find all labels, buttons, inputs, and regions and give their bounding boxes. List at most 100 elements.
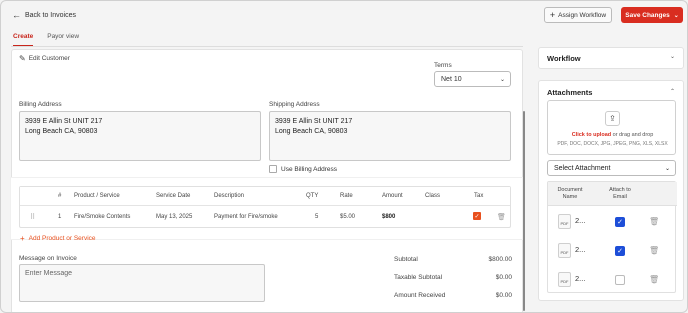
amount-received-value: $0.00: [495, 292, 512, 299]
row-description[interactable]: Payment for Fire/smoke: [214, 214, 278, 220]
trash-icon[interactable]: 🗑: [649, 275, 659, 284]
col-product: Product / Service: [74, 193, 120, 199]
use-billing-label: Use Billing Address: [281, 165, 337, 173]
col-amount: Amount: [382, 193, 403, 199]
attach-email-checkbox[interactable]: ✓: [615, 217, 625, 227]
pdf-file-icon: PDF: [558, 272, 571, 287]
select-attachment-dropdown[interactable]: Select Attachment ⌄: [547, 160, 676, 176]
chevron-down-icon: ⌄: [664, 165, 670, 172]
use-billing-checkbox[interactable]: [269, 165, 277, 173]
chevron-down-icon[interactable]: ⌄: [674, 12, 679, 19]
chevron-up-icon[interactable]: ⌃: [670, 88, 675, 95]
table-row[interactable]: ⠿ 1 Fire/Smoke Contents May 13, 2025 Pay…: [20, 206, 510, 227]
assign-workflow-label: Assign Workflow: [558, 11, 607, 19]
attachment-row: PDF 2... 🗑: [548, 264, 677, 293]
col-attach-to-email: Attach to Email: [609, 187, 631, 200]
billing-line-1: 3939 E Allin St UNIT 217: [25, 118, 103, 125]
line-items-header: # Product / Service Service Date Descrip…: [20, 187, 510, 206]
subtotal-row: Subtotal $800.00: [394, 256, 512, 263]
row-product[interactable]: Fire/Smoke Contents: [74, 214, 130, 220]
attachment-row: PDF 2... ✓ 🗑: [548, 235, 677, 264]
terms-select[interactable]: Net 10 ⌄: [434, 71, 511, 87]
tab-divider: [11, 46, 523, 47]
taxable-subtotal-row: Taxable Subtotal $0.00: [394, 274, 512, 281]
amount-received-row: Amount Received $0.00: [394, 292, 512, 299]
plus-icon: +: [549, 10, 556, 20]
use-billing-address-option[interactable]: Use Billing Address: [269, 165, 337, 173]
pdf-file-icon: PDF: [558, 214, 571, 229]
upload-formats: PDF, DOC, DOCX, JPG, JPEG, PNG, XLS, XLS…: [557, 141, 668, 147]
col-number: #: [58, 193, 62, 199]
save-changes-button[interactable]: Save Changes ⌄: [621, 7, 683, 23]
document-name[interactable]: 2...: [575, 274, 585, 283]
message-input[interactable]: Enter Message: [19, 264, 265, 302]
terms-value: Net 10: [441, 75, 462, 83]
trash-icon[interactable]: 🗑: [497, 213, 506, 221]
col-service-date: Service Date: [156, 193, 191, 199]
save-changes-label: Save Changes: [625, 11, 670, 19]
row-service-date[interactable]: May 13, 2025: [156, 214, 192, 220]
back-label: Back to Invoices: [25, 11, 76, 19]
workflow-title: Workflow: [547, 54, 581, 63]
col-document-name: Document Name: [557, 187, 583, 200]
assign-workflow-button[interactable]: + Assign Workflow: [544, 7, 612, 23]
cloud-upload-icon: ⇪: [605, 111, 620, 126]
subtotal-label: Subtotal: [394, 256, 418, 263]
row-amount: $800: [382, 213, 396, 220]
tab-bar: Create Payor view: [13, 33, 79, 47]
attachment-row: PDF 2... ✓ 🗑: [548, 206, 677, 235]
plus-icon: +: [20, 234, 25, 243]
arrow-left-icon: ←: [12, 10, 21, 20]
attach-email-checkbox[interactable]: ✓: [615, 246, 625, 256]
shipping-address-label: Shipping Address: [269, 101, 320, 108]
col-class: Class: [425, 193, 441, 199]
line-items-table: # Product / Service Service Date Descrip…: [19, 186, 511, 228]
chevron-down-icon[interactable]: ⌄: [670, 53, 675, 60]
back-to-invoices-link[interactable]: ← Back to Invoices: [12, 10, 76, 20]
col-qty: QTY: [306, 193, 319, 199]
pdf-file-icon: PDF: [558, 243, 571, 258]
add-product-label: Add Product or Service: [28, 235, 96, 242]
shipping-address-field[interactable]: 3939 E Allin St UNIT 217 Long Beach CA, …: [269, 111, 511, 161]
tab-create[interactable]: Create: [13, 33, 34, 47]
col-rate: Rate: [340, 193, 353, 199]
taxable-subtotal-value: $0.00: [495, 274, 512, 281]
terms-label: Terms: [434, 62, 452, 69]
chevron-down-icon: ⌄: [499, 76, 505, 83]
upload-instructions: Click to upload or drag and drop: [548, 132, 677, 138]
col-tax: Tax: [474, 193, 484, 199]
shipping-line-1: 3939 E Allin St UNIT 217: [275, 118, 353, 125]
click-to-upload-link[interactable]: Click to upload: [572, 132, 611, 138]
amount-received-label: Amount Received: [394, 292, 446, 299]
message-label: Message on Invoice: [19, 255, 77, 262]
pencil-icon: ✎: [19, 54, 26, 63]
select-attachment-label: Select Attachment: [554, 164, 611, 172]
row-number: 1: [58, 213, 62, 220]
edit-customer-label: Edit Customer: [28, 55, 70, 62]
attachments-title: Attachments: [547, 88, 593, 97]
billing-address-label: Billing Address: [19, 101, 62, 108]
trash-icon[interactable]: 🗑: [649, 217, 659, 226]
upload-dropzone[interactable]: ⇪ Click to upload or drag and drop PDF, …: [547, 100, 676, 155]
attach-email-checkbox[interactable]: [615, 275, 625, 285]
row-qty[interactable]: 5: [315, 214, 318, 220]
tax-checkbox[interactable]: ✓: [473, 212, 481, 220]
add-product-button[interactable]: + Add Product or Service: [20, 234, 96, 243]
edit-customer-link[interactable]: ✎ Edit Customer: [19, 54, 70, 63]
tab-payor-view[interactable]: Payor view: [47, 33, 79, 47]
attachments-table: Document Name Attach to Email PDF 2... ✓…: [547, 181, 677, 293]
col-description: Description: [214, 193, 245, 199]
row-rate[interactable]: $5.00: [340, 214, 355, 220]
attachments-table-header: Document Name Attach to Email: [548, 182, 677, 206]
trash-icon[interactable]: 🗑: [649, 246, 659, 255]
shipping-line-2: Long Beach CA, 90803: [275, 128, 348, 135]
document-name[interactable]: 2...: [575, 245, 585, 254]
billing-address-field[interactable]: 3939 E Allin St UNIT 217 Long Beach CA, …: [19, 111, 261, 161]
billing-line-2: Long Beach CA, 90803: [25, 128, 98, 135]
document-name[interactable]: 2...: [575, 216, 585, 225]
upload-rest-text: or drag and drop: [611, 132, 654, 138]
subtotal-value: $800.00: [488, 256, 513, 263]
drag-handle-icon[interactable]: ⠿: [30, 213, 35, 221]
scrollbar[interactable]: [523, 111, 525, 311]
taxable-subtotal-label: Taxable Subtotal: [394, 274, 443, 281]
